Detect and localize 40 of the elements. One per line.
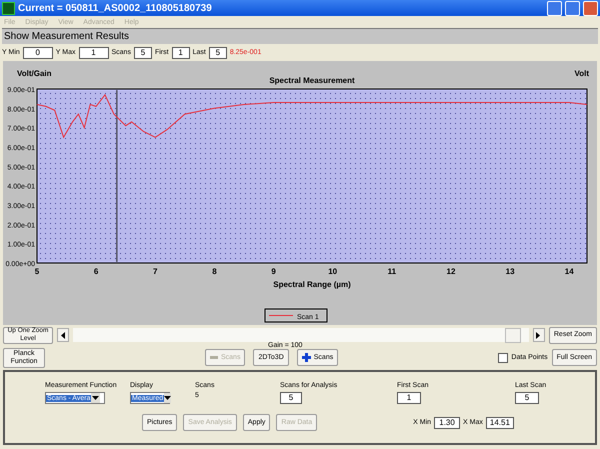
scroll-right-button[interactable] [532,328,545,342]
input-field[interactable]: 1 [78,46,108,58]
chart-title: Spectral Measurement [269,76,355,85]
x-tick-label: 6 [94,267,98,276]
minimize-button[interactable] [547,0,562,16]
scroll-left-button[interactable] [57,328,69,342]
x-tick-label: 11 [388,267,396,276]
input-field[interactable]: 5 [208,46,227,58]
input-field[interactable]: 14.51 [486,416,514,428]
input-field[interactable]: 1 [397,392,421,404]
cursor-line[interactable] [116,90,118,262]
input-field[interactable]: 1.30 [434,416,460,428]
input-field[interactable]: 5 [134,46,152,58]
scrollbar[interactable] [73,328,529,342]
window-title: Current = 050811_AS0002_110805180739 [18,2,213,14]
dropdown-arrow-icon [164,394,172,402]
x-tick-label: 8 [212,267,217,276]
section-header: Show Measurement Results [2,28,598,44]
x-tick-label: 12 [446,267,456,276]
x-tick-label: 13 [506,267,515,276]
close-button[interactable] [583,0,598,16]
right-arrow-icon [535,332,542,338]
x-tick-label: 10 [328,267,338,276]
y-axis-title: Volt/Gain [17,69,52,78]
input-field[interactable]: 0 [22,46,53,58]
input-field[interactable]: 1 [172,46,190,58]
dropdown-arrow-icon [92,394,100,402]
x-tick-label: 9 [271,267,276,276]
plus-icon [302,353,311,362]
input-field[interactable]: 5 [280,392,302,404]
input-field[interactable]: 5 [515,392,539,404]
restore-button[interactable] [565,0,580,16]
x-tick-label: 7 [153,267,158,276]
right-axis-title: Volt [574,69,589,78]
x-axis-title: Spectral Range (µm) [273,280,351,289]
x-tick-label: 14 [564,267,574,276]
app-icon [2,2,15,14]
x-tick-label: 5 [34,267,40,276]
left-arrow-icon [60,332,66,338]
minus-icon [210,356,218,359]
